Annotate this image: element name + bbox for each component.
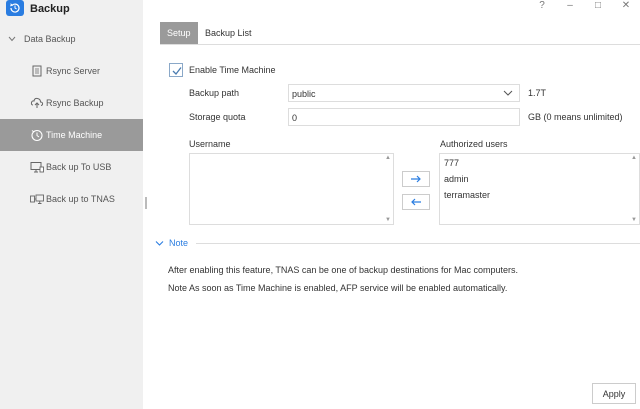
tab-setup[interactable]: Setup <box>160 22 198 44</box>
sidebar-item-time-machine[interactable]: Time Machine <box>0 119 143 151</box>
add-user-button[interactable] <box>402 171 430 187</box>
scroll-down-icon[interactable]: ▼ <box>385 217 391 223</box>
sidebar-item-rsync-server[interactable]: Rsync Server <box>0 55 143 87</box>
sidebar-item-label: Back up To USB <box>46 162 112 172</box>
remove-user-button[interactable] <box>402 194 430 210</box>
rsync-backup-icon <box>30 96 44 110</box>
tnas-backup-icon <box>30 192 44 206</box>
scrollbar[interactable]: ▲ ▼ <box>383 154 393 224</box>
enable-time-machine-label: Enable Time Machine <box>189 65 276 75</box>
sidebar: Backup Data Backup Rsync Server Rsync Ba… <box>0 0 143 409</box>
available-users-list[interactable]: ▲ ▼ <box>189 153 394 225</box>
note-title: Note <box>169 238 189 248</box>
chevron-down-icon <box>503 89 513 99</box>
scrollbar[interactable]: ▲ ▼ <box>629 154 639 224</box>
sidebar-item-label: Rsync Server <box>46 66 101 76</box>
arrow-left-icon <box>411 198 421 206</box>
apply-button[interactable]: Apply <box>592 383 636 404</box>
storage-quota-input[interactable]: 0 <box>288 108 520 126</box>
rsync-server-icon <box>30 64 44 78</box>
storage-quota-value: 0 <box>292 113 298 123</box>
window-controls: ? – □ ✕ <box>528 0 640 12</box>
enable-time-machine-checkbox[interactable] <box>169 63 183 77</box>
note-line: After enabling this feature, TNAS can be… <box>168 265 519 275</box>
divider <box>196 243 640 244</box>
maximize-button[interactable]: □ <box>584 0 612 12</box>
storage-quota-label: Storage quota <box>189 112 246 122</box>
authorized-users-header: Authorized users <box>440 139 508 149</box>
backup-path-select[interactable]: public <box>288 84 520 102</box>
note-toggle[interactable]: Note <box>155 238 188 248</box>
help-button[interactable]: ? <box>528 0 556 12</box>
sidebar-item-label: Time Machine <box>46 130 103 140</box>
sidebar-item-label: Back up to TNAS <box>46 194 115 204</box>
scroll-up-icon[interactable]: ▲ <box>385 155 391 161</box>
sidebar-item-usb-backup[interactable]: Back up To USB <box>0 151 143 183</box>
authorized-users-list[interactable]: 777 admin terramaster ▲ ▼ <box>439 153 640 225</box>
sidebar-item-rsync-backup[interactable]: Rsync Backup <box>0 87 143 119</box>
chevron-down-icon <box>155 240 164 246</box>
chevron-down-icon <box>8 34 18 44</box>
storage-quota-unit: GB (0 means unlimited) <box>528 112 623 122</box>
tab-bar: Setup Backup List <box>160 22 640 45</box>
arrow-right-icon <box>411 175 421 183</box>
time-machine-icon <box>30 128 44 142</box>
sidebar-resize-handle[interactable] <box>145 197 147 209</box>
scroll-down-icon[interactable]: ▼ <box>631 217 637 223</box>
sidebar-item-tnas-backup[interactable]: Back up to TNAS <box>0 183 143 215</box>
app-title: Backup <box>30 3 70 15</box>
list-item[interactable]: admin <box>444 174 469 184</box>
checkmark-icon <box>172 67 182 75</box>
sidebar-item-label: Rsync Backup <box>46 98 104 108</box>
username-header: Username <box>189 139 231 149</box>
usb-backup-icon <box>30 160 44 174</box>
scroll-up-icon[interactable]: ▲ <box>631 155 637 161</box>
sidebar-group-label: Data Backup <box>24 34 76 44</box>
backup-path-size: 1.7T <box>528 88 547 98</box>
backup-path-label: Backup path <box>189 88 240 98</box>
backup-restore-icon <box>6 0 24 16</box>
sidebar-group-data-backup[interactable]: Data Backup <box>8 34 76 44</box>
app-header: Backup <box>0 0 143 18</box>
backup-path-value: public <box>292 89 316 99</box>
list-item[interactable]: 777 <box>444 158 459 168</box>
note-line: Note As soon as Time Machine is enabled,… <box>168 283 508 293</box>
tab-backup-list[interactable]: Backup List <box>198 22 259 44</box>
close-button[interactable]: ✕ <box>612 0 640 12</box>
minimize-button[interactable]: – <box>556 0 584 12</box>
list-item[interactable]: terramaster <box>444 190 490 200</box>
